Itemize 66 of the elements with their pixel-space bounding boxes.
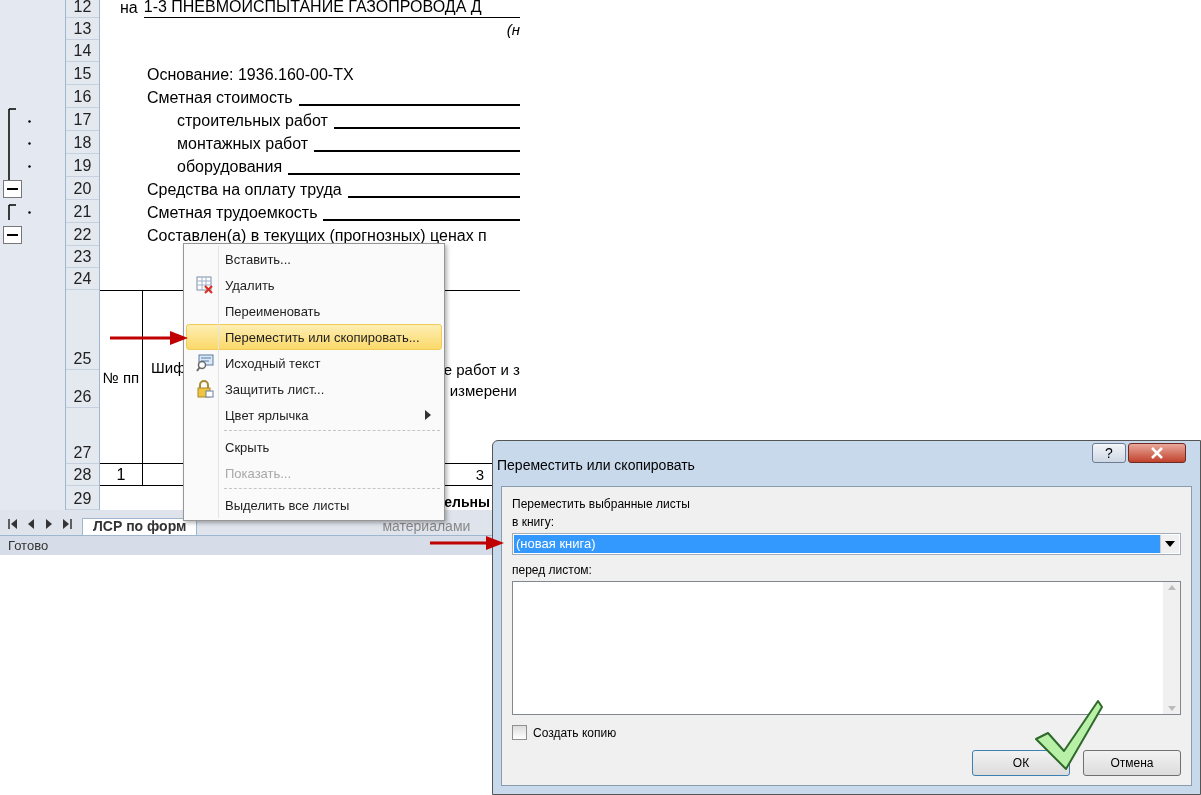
cell-text: Основание: 1936.160-00-ТХ bbox=[147, 65, 354, 85]
row-header[interactable]: 22 bbox=[66, 223, 99, 246]
help-button[interactable]: ? bbox=[1092, 443, 1126, 463]
cell-text: Сметная трудоемкость bbox=[147, 203, 318, 223]
row-header[interactable]: 26 bbox=[66, 370, 99, 408]
row-header[interactable]: 13 bbox=[66, 18, 99, 40]
field-label: перед листом: bbox=[512, 563, 593, 577]
checkmark-overlay bbox=[1034, 699, 1104, 771]
row-header[interactable]: 28 bbox=[66, 464, 99, 486]
skip-arrow-icon[interactable] bbox=[62, 518, 72, 530]
table-cell: 1 bbox=[116, 465, 126, 484]
menu-item[interactable]: Защитить лист... bbox=[186, 376, 442, 402]
menu-item[interactable]: Выделить все листы bbox=[186, 488, 442, 518]
menu-item[interactable]: Переименовать bbox=[186, 298, 442, 324]
row-header[interactable]: 25 bbox=[66, 290, 99, 370]
menu-item[interactable]: Цвет ярлычка bbox=[186, 402, 442, 428]
checkbox[interactable] bbox=[512, 725, 527, 740]
row-header[interactable]: 14 bbox=[66, 40, 99, 62]
close-button[interactable] bbox=[1128, 443, 1186, 463]
row-header[interactable]: 27 bbox=[66, 408, 99, 464]
row-header[interactable]: 17 bbox=[66, 108, 99, 131]
triangle-arrow-icon[interactable] bbox=[26, 518, 36, 530]
dialog-text: Переместить выбранные листы bbox=[512, 497, 691, 511]
row-header[interactable]: 21 bbox=[66, 200, 99, 223]
header-cell-text: измерени bbox=[449, 381, 517, 401]
close-icon bbox=[1150, 447, 1164, 459]
checkbox-label[interactable]: Создать копию bbox=[533, 725, 617, 740]
cell-text: строительных работ bbox=[177, 111, 328, 131]
table-cell: ельны bbox=[444, 494, 490, 510]
row-header[interactable]: 24 bbox=[66, 268, 99, 290]
dropdown-arrow-icon bbox=[1165, 541, 1175, 547]
dialog-title: Переместить или скопировать bbox=[496, 456, 695, 473]
cell-text: Составлен(а) в текущих (прогнозных) ценах п bbox=[147, 226, 487, 246]
row-header[interactable]: 18 bbox=[66, 131, 99, 154]
header-cell: № пп bbox=[102, 368, 140, 386]
arrow-icon bbox=[110, 330, 190, 346]
cell-text: (н bbox=[506, 20, 520, 40]
row-header[interactable]: 23 bbox=[66, 246, 99, 268]
arrow-icon bbox=[430, 535, 506, 551]
row-header[interactable]: 16 bbox=[66, 85, 99, 108]
table-cell-text: 3 bbox=[475, 465, 484, 485]
field-label: в книгу: bbox=[512, 515, 555, 529]
delete-sheet-icon bbox=[196, 276, 214, 294]
sheet-tab[interactable]: ЛСР по форм bbox=[82, 518, 198, 535]
row-header[interactable]: 15 bbox=[66, 62, 99, 85]
cell-text: на bbox=[120, 0, 138, 18]
menu-item[interactable]: Переместить или скопировать... bbox=[186, 324, 442, 350]
row-header[interactable]: 12 bbox=[66, 0, 99, 18]
cell-text: Средства на оплату труда bbox=[147, 180, 342, 200]
menu-item[interactable]: Вставить... bbox=[186, 246, 442, 272]
lock-icon bbox=[196, 380, 214, 398]
submenu-arrow-icon bbox=[425, 410, 431, 420]
triangle-arrow-icon[interactable] bbox=[44, 518, 54, 530]
cancel-button[interactable]: Отмена bbox=[1083, 750, 1181, 776]
skip-arrow-icon[interactable] bbox=[8, 518, 18, 530]
cell-text: Сметная стоимость bbox=[147, 88, 293, 108]
menu-item[interactable]: Скрыть bbox=[186, 430, 442, 460]
status-text: Готово bbox=[8, 538, 49, 553]
row-header[interactable]: 20 bbox=[66, 177, 99, 200]
menu-item[interactable]: Удалить bbox=[186, 272, 442, 298]
row-header[interactable]: 19 bbox=[66, 154, 99, 177]
magnifier-window-icon bbox=[196, 354, 214, 372]
cell-text: оборудования bbox=[177, 157, 283, 177]
menu-item[interactable]: Исходный текст bbox=[186, 350, 442, 376]
title-cell: 1-3 ПНЕВМОИСПЫТАНИЕ ГАЗОПРОВОДА Д bbox=[143, 0, 520, 18]
cell-text: монтажных работ bbox=[177, 134, 309, 154]
